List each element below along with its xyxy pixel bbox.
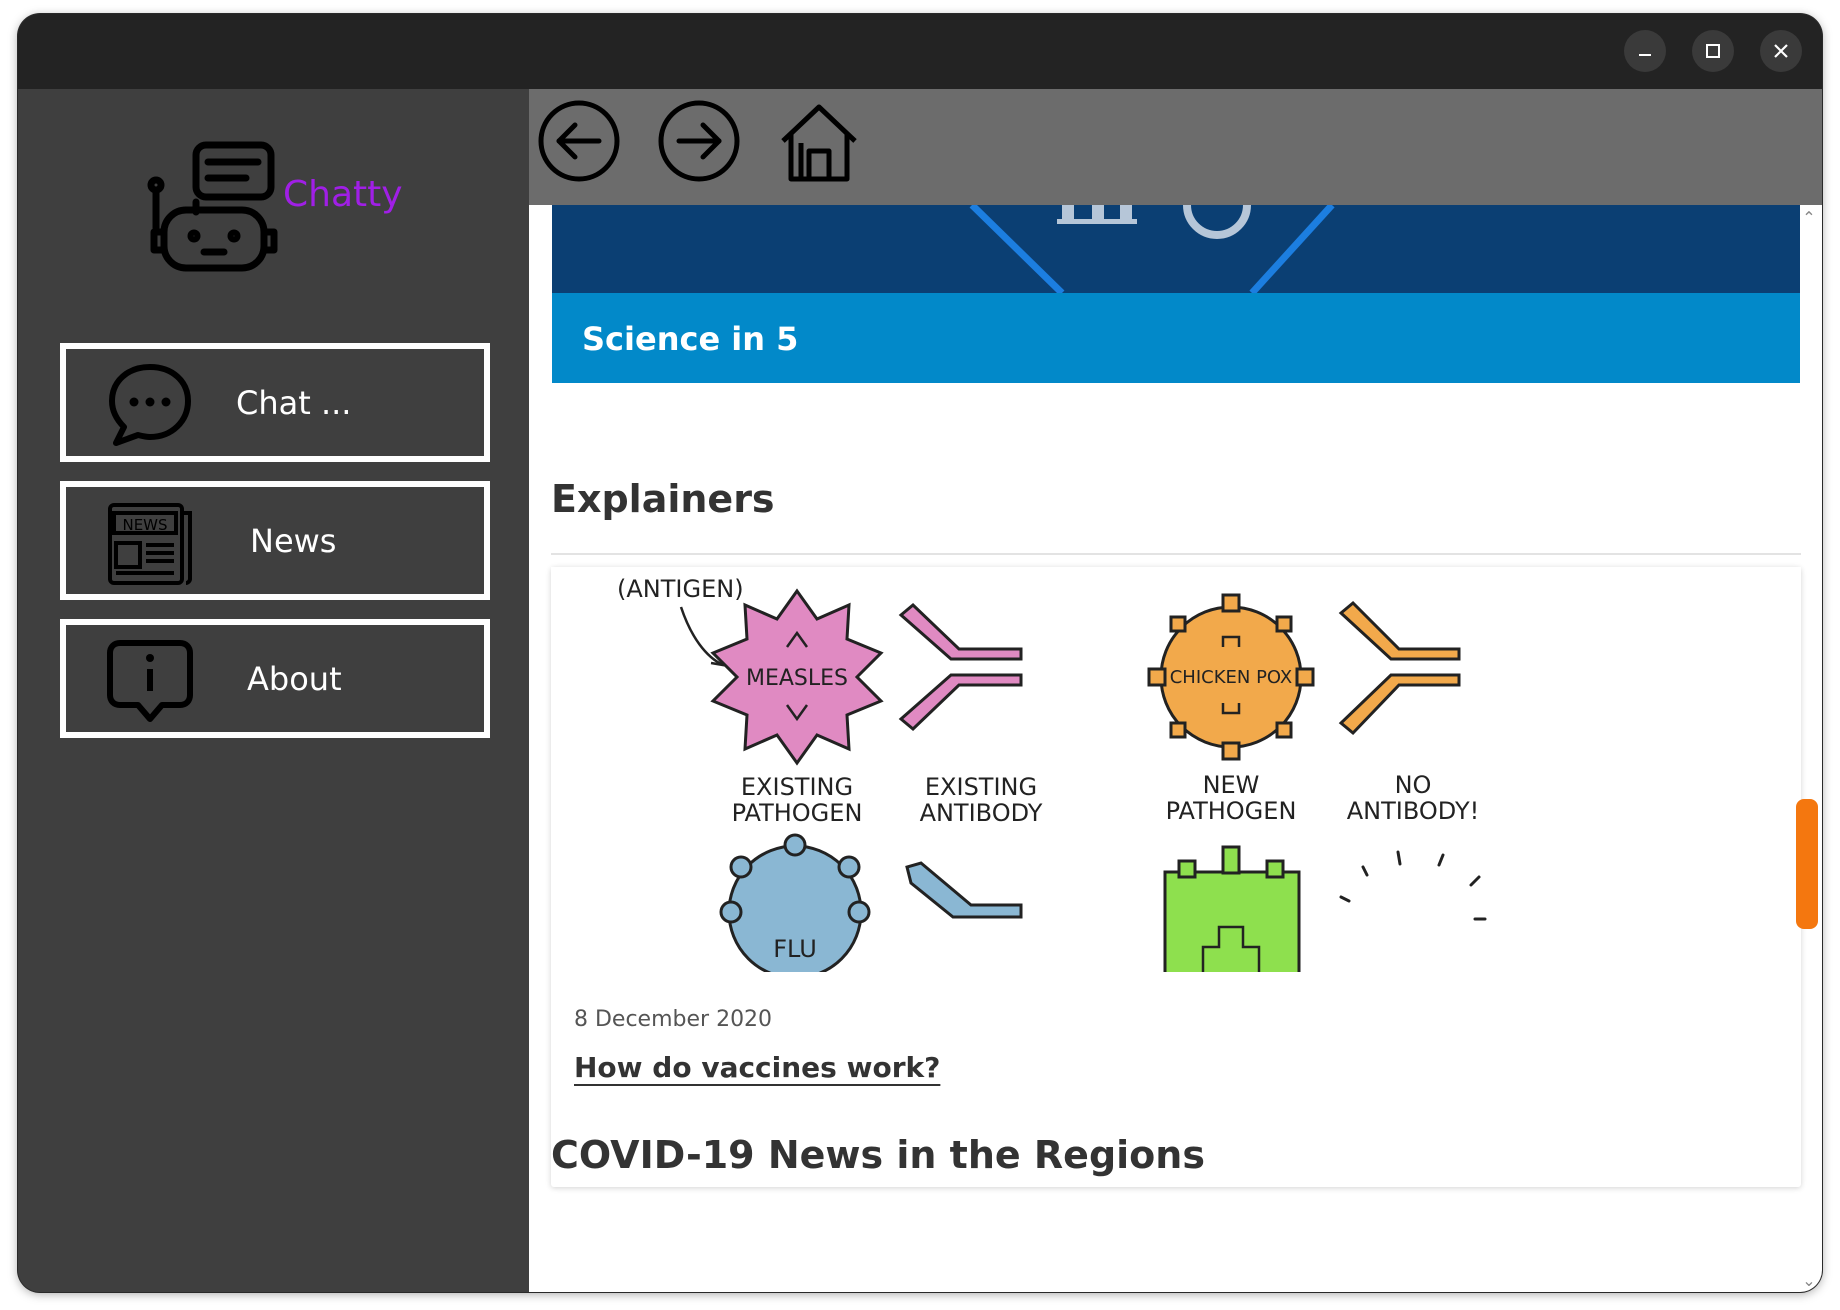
banner-title[interactable]: Science in 5 xyxy=(582,320,798,358)
scroll-down-icon[interactable]: ⌄ xyxy=(1800,1273,1818,1289)
banner-title-bar[interactable]: Science in 5 xyxy=(552,293,1800,383)
no-antibody-label-1: NO xyxy=(1395,771,1432,799)
nav-chat-button[interactable]: Chat ... xyxy=(60,343,490,462)
nav-news-label: News xyxy=(250,521,337,560)
home-icon[interactable] xyxy=(777,99,861,183)
sidebar: Chatty Chat ... NEWS News About xyxy=(18,89,529,1292)
vaccine-illustration[interactable]: (ANTIGEN) MEASLES CHICKEN POX EXISTING P… xyxy=(551,567,1801,972)
new-pathogen-label-2: PATHOGEN xyxy=(1166,797,1297,825)
robot-chat-icon xyxy=(147,141,278,272)
measles-label: MEASLES xyxy=(746,666,848,691)
existing-antibody-label-1: EXISTING xyxy=(925,773,1037,801)
no-antibody-label-2: ANTIBODY! xyxy=(1347,797,1480,825)
app-name: Chatty xyxy=(283,174,403,215)
antigen-label: (ANTIGEN) xyxy=(617,575,744,603)
minimize-icon[interactable] xyxy=(1624,30,1666,72)
regions-heading: COVID-19 News in the Regions xyxy=(551,1133,1205,1177)
arrow-left-circle-icon[interactable] xyxy=(537,99,621,183)
article-title-link[interactable]: How do vaccines work? xyxy=(574,1051,940,1084)
existing-antibody-label-2: ANTIBODY xyxy=(920,799,1043,827)
science-in-5-image[interactable] xyxy=(552,205,1800,293)
vertical-scrollbar[interactable]: ⌃ ⌄ xyxy=(1796,205,1822,1292)
browser-toolbar xyxy=(529,89,1822,205)
scroll-thumb[interactable] xyxy=(1796,799,1818,929)
new-pathogen-label-1: NEW xyxy=(1203,771,1260,799)
app-window: Chatty Chat ... NEWS News About Science … xyxy=(18,14,1822,1292)
info-bubble-icon xyxy=(107,640,193,722)
nav-about-button[interactable]: About xyxy=(60,619,490,738)
close-icon[interactable] xyxy=(1760,30,1802,72)
existing-pathogen-label-1: EXISTING xyxy=(741,773,853,801)
maximize-icon[interactable] xyxy=(1692,30,1734,72)
article-date: 8 December 2020 xyxy=(574,1007,773,1032)
scroll-up-icon[interactable]: ⌃ xyxy=(1800,210,1818,226)
nav-news-button[interactable]: NEWS News xyxy=(60,481,490,600)
article-card[interactable]: (ANTIGEN) MEASLES CHICKEN POX EXISTING P… xyxy=(551,567,1801,1187)
main-panel: Science in 5 Explainers (ANTIGEN) MEASLE… xyxy=(529,89,1822,1292)
chat-bubble-icon xyxy=(109,364,191,446)
svg-text:NEWS: NEWS xyxy=(122,516,167,534)
section-divider xyxy=(551,553,1801,555)
title-bar xyxy=(18,14,1822,89)
arrow-right-circle-icon[interactable] xyxy=(657,99,741,183)
nav-about-label: About xyxy=(247,659,342,698)
chicken-pox-label: CHICKEN POX xyxy=(1170,667,1293,688)
nav-chat-label: Chat ... xyxy=(236,383,352,422)
explainers-heading: Explainers xyxy=(551,477,775,521)
existing-pathogen-label-2: PATHOGEN xyxy=(732,799,863,827)
web-content: Science in 5 Explainers (ANTIGEN) MEASLE… xyxy=(529,205,1822,1292)
newspaper-icon: NEWS xyxy=(108,503,192,585)
flu-label: FLU xyxy=(773,935,817,963)
